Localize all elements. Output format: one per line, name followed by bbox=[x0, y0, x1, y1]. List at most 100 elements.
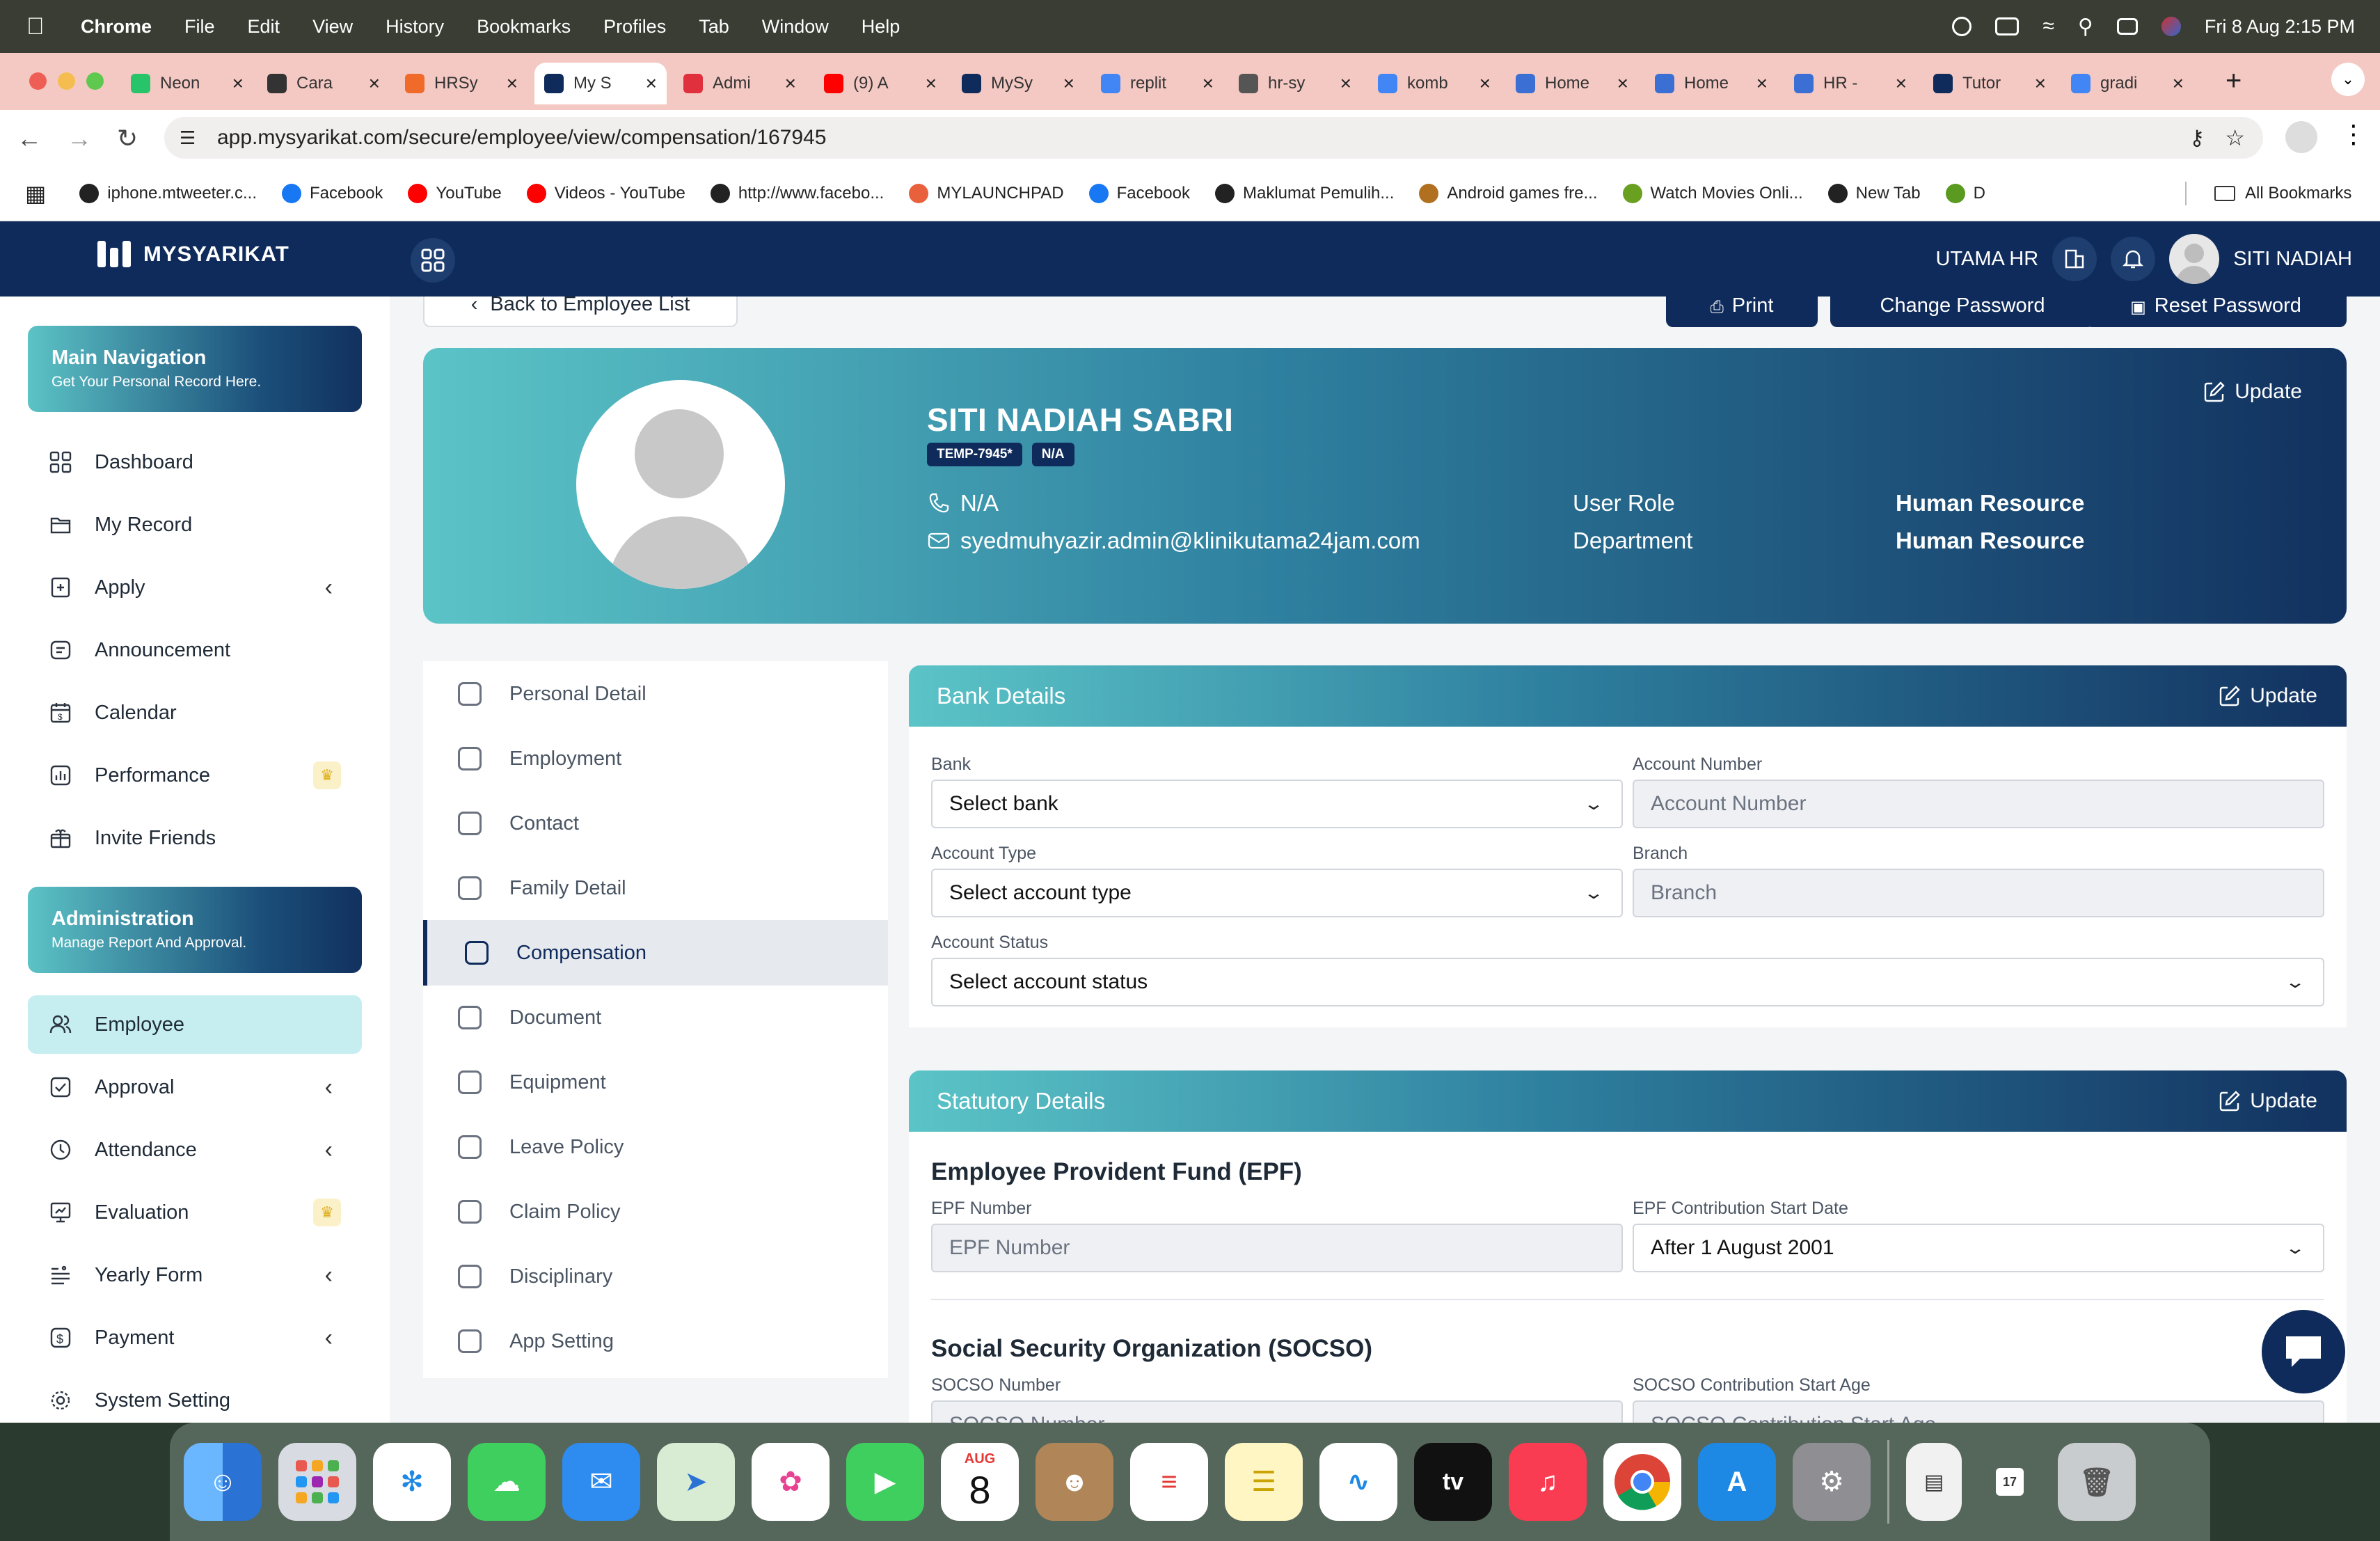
bookmark-star-icon[interactable]: ☆ bbox=[2225, 125, 2245, 151]
photos-app-icon[interactable]: ✿ bbox=[752, 1443, 830, 1521]
socso-start-age-select[interactable]: SOCSO Contribution Start Age bbox=[1633, 1400, 2324, 1423]
control-center-icon[interactable] bbox=[2116, 18, 2138, 35]
menu-file[interactable]: File bbox=[184, 16, 215, 38]
bank-select[interactable]: Select bank ⌄ bbox=[931, 780, 1623, 828]
sidebar-item-yearly-form[interactable]: Yearly Form ‹ bbox=[28, 1246, 362, 1304]
menu-view[interactable]: View bbox=[312, 16, 353, 38]
tab-close-icon[interactable]: × bbox=[232, 72, 244, 95]
sidebar-item-employee[interactable]: Employee bbox=[28, 995, 362, 1054]
apple-tv-app-icon[interactable]: tv bbox=[1414, 1443, 1492, 1521]
messages-app-icon[interactable]: ☁ bbox=[468, 1443, 546, 1521]
spotlight-search-icon[interactable]: ⚲ bbox=[2078, 15, 2093, 39]
tab-close-icon[interactable]: × bbox=[369, 72, 380, 95]
bookmark-item[interactable]: Facebook bbox=[282, 183, 383, 203]
finder-app-icon[interactable]: ☺ bbox=[184, 1443, 262, 1521]
company-switch-button[interactable] bbox=[2052, 237, 2097, 281]
siri-icon[interactable] bbox=[2161, 17, 2181, 36]
reset-password-button[interactable]: ▣ Reset Password bbox=[2085, 297, 2347, 327]
browser-tab[interactable]: HR - × bbox=[1784, 63, 1917, 104]
browser-tab[interactable]: komb × bbox=[1368, 63, 1500, 104]
app-store-app-icon[interactable]: A bbox=[1698, 1443, 1776, 1521]
sidebar-item-payment[interactable]: $ Payment ‹ bbox=[28, 1309, 362, 1367]
statutory-update-button[interactable]: Update bbox=[2218, 1089, 2317, 1113]
profile-avatar-icon[interactable] bbox=[2285, 121, 2317, 153]
browser-tab[interactable]: gradi × bbox=[2061, 63, 2193, 104]
bookmark-item[interactable]: Maklumat Pemulih... bbox=[1214, 183, 1394, 203]
sidebar-item-evaluation[interactable]: Evaluation ♛ bbox=[28, 1183, 362, 1242]
subnav-item-leave-policy[interactable]: Leave Policy bbox=[423, 1114, 888, 1180]
tab-search-button[interactable]: ⌄ bbox=[2331, 63, 2365, 96]
all-bookmarks-button[interactable]: All Bookmarks bbox=[2214, 184, 2351, 203]
app-grid-button[interactable] bbox=[411, 238, 455, 283]
apple-icon[interactable]:  bbox=[26, 13, 54, 40]
tab-close-icon[interactable]: × bbox=[1479, 72, 1491, 95]
epf-start-date-select[interactable]: After 1 August 2001 ⌄ bbox=[1633, 1224, 2324, 1272]
tab-close-icon[interactable]: × bbox=[1756, 72, 1768, 95]
safari-app-icon[interactable]: ✻ bbox=[373, 1443, 451, 1521]
tab-close-icon[interactable]: × bbox=[926, 72, 937, 95]
bookmark-item[interactable]: Watch Movies Onli... bbox=[1622, 183, 1803, 203]
document-preview-icon[interactable]: ▤ bbox=[1906, 1443, 1962, 1521]
maps-app-icon[interactable]: ➤ bbox=[657, 1443, 735, 1521]
browser-tab[interactable]: Admi × bbox=[674, 63, 806, 104]
account-number-input[interactable]: Account Number bbox=[1633, 780, 2324, 828]
subnav-item-equipment[interactable]: Equipment bbox=[423, 1050, 888, 1115]
tab-close-icon[interactable]: × bbox=[646, 72, 657, 95]
account-status-select[interactable]: Select account status ⌄ bbox=[931, 958, 2324, 1006]
subnav-item-claim-policy[interactable]: Claim Policy bbox=[423, 1179, 888, 1244]
bookmark-item[interactable]: iphone.mtweeter.c... bbox=[79, 183, 257, 203]
subnav-item-app-setting[interactable]: App Setting bbox=[423, 1309, 888, 1374]
browser-tab[interactable]: (9) A × bbox=[814, 63, 946, 104]
bookmark-item[interactable]: Facebook bbox=[1088, 183, 1190, 203]
sidebar-item-dashboard[interactable]: Dashboard bbox=[28, 433, 362, 491]
sidebar-item-performance[interactable]: Performance ♛ bbox=[28, 746, 362, 805]
play-status-icon[interactable] bbox=[1952, 17, 1972, 36]
tab-close-icon[interactable]: × bbox=[507, 72, 518, 95]
notification-button[interactable] bbox=[2111, 237, 2156, 281]
mail-app-icon[interactable]: ✉ bbox=[562, 1443, 640, 1521]
subnav-item-personal-detail[interactable]: Personal Detail bbox=[423, 661, 888, 727]
new-tab-button[interactable]: + bbox=[2226, 65, 2242, 97]
subnav-item-disciplinary[interactable]: Disciplinary bbox=[423, 1244, 888, 1309]
address-bar[interactable]: ☰ app.mysyarikat.com/secure/employee/vie… bbox=[164, 117, 2263, 159]
apps-grid-icon[interactable]: ▦ bbox=[25, 180, 46, 207]
tab-close-icon[interactable]: × bbox=[1340, 72, 1351, 95]
bookmark-item[interactable]: Android games fre... bbox=[1419, 183, 1598, 203]
trash-icon[interactable]: 🗑 bbox=[2058, 1443, 2136, 1521]
browser-tab[interactable]: Cara × bbox=[257, 63, 390, 104]
menu-edit[interactable]: Edit bbox=[248, 16, 280, 38]
minimize-window-button[interactable] bbox=[58, 72, 75, 90]
tab-close-icon[interactable]: × bbox=[1063, 72, 1074, 95]
subnav-item-employment[interactable]: Employment bbox=[423, 726, 888, 791]
launchpad-app-icon[interactable] bbox=[278, 1443, 356, 1521]
account-type-select[interactable]: Select account type ⌄ bbox=[931, 869, 1623, 917]
tab-close-icon[interactable]: × bbox=[1896, 72, 1907, 95]
wifi-icon[interactable]: ≈ bbox=[2042, 15, 2054, 38]
user-avatar[interactable] bbox=[2169, 234, 2220, 284]
brand-logo[interactable]: MYSYARIKAT bbox=[97, 241, 289, 267]
tab-close-icon[interactable]: × bbox=[785, 72, 796, 95]
browser-tab[interactable]: MySy × bbox=[952, 63, 1084, 104]
live-chat-button[interactable] bbox=[2262, 1310, 2345, 1393]
browser-tab[interactable]: Tutor × bbox=[1923, 63, 2056, 104]
browser-tab[interactable]: HRSy × bbox=[395, 63, 527, 104]
freeform-app-icon[interactable]: ∿ bbox=[1319, 1443, 1397, 1521]
back-to-employee-list-button[interactable]: ‹ Back to Employee List bbox=[423, 297, 738, 327]
browser-tab[interactable]: hr-sy × bbox=[1229, 63, 1361, 104]
sidebar-item-attendance[interactable]: Attendance ‹ bbox=[28, 1121, 362, 1179]
profile-update-button[interactable]: Update bbox=[2203, 380, 2302, 404]
facetime-app-icon[interactable]: ▶ bbox=[846, 1443, 924, 1521]
menu-app-name[interactable]: Chrome bbox=[81, 16, 152, 38]
site-info-icon[interactable]: ☰ bbox=[180, 127, 196, 149]
menu-window[interactable]: Window bbox=[762, 16, 829, 38]
epf-number-input[interactable]: EPF Number bbox=[931, 1224, 1623, 1272]
subnav-item-family-detail[interactable]: Family Detail bbox=[423, 855, 888, 921]
reload-icon[interactable]: ↻ bbox=[117, 124, 138, 153]
menu-help[interactable]: Help bbox=[862, 16, 901, 38]
system-settings-app-icon[interactable]: ⚙ bbox=[1793, 1443, 1871, 1521]
bookmark-item[interactable]: http://www.facebo... bbox=[710, 183, 884, 203]
bookmark-item[interactable]: Videos - YouTube bbox=[526, 183, 685, 203]
tab-close-icon[interactable]: × bbox=[2173, 72, 2184, 95]
password-key-icon[interactable]: ⚷ bbox=[2189, 126, 2205, 150]
menu-history[interactable]: History bbox=[386, 16, 444, 38]
